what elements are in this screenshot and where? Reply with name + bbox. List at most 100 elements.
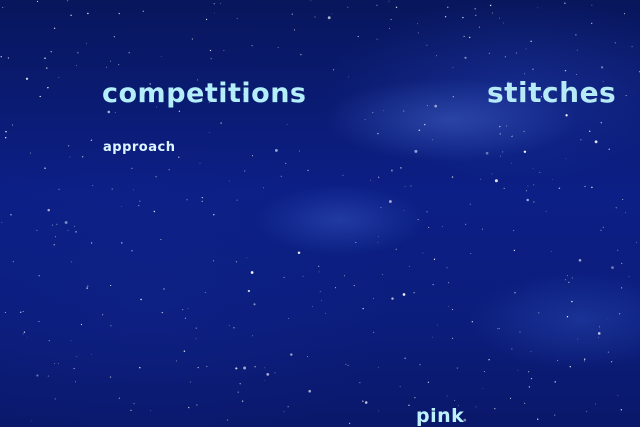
star bbox=[5, 137, 7, 139]
star bbox=[235, 367, 238, 370]
star bbox=[110, 284, 112, 287]
star bbox=[378, 236, 379, 238]
star bbox=[404, 186, 406, 187]
star bbox=[86, 287, 88, 289]
star bbox=[607, 318, 609, 319]
star bbox=[364, 401, 368, 404]
star bbox=[250, 271, 254, 274]
star bbox=[577, 338, 579, 340]
star bbox=[92, 185, 94, 186]
star bbox=[395, 248, 397, 250]
star bbox=[485, 151, 489, 155]
star bbox=[29, 152, 31, 154]
star bbox=[390, 18, 392, 20]
star bbox=[528, 371, 530, 373]
star bbox=[533, 201, 535, 203]
star bbox=[90, 139, 93, 141]
star bbox=[77, 52, 79, 54]
star bbox=[236, 199, 238, 201]
star bbox=[109, 376, 112, 378]
star bbox=[428, 226, 430, 228]
star bbox=[214, 12, 215, 14]
star bbox=[327, 16, 331, 20]
star bbox=[12, 124, 13, 126]
star bbox=[140, 298, 142, 301]
star bbox=[47, 208, 50, 212]
star bbox=[551, 179, 553, 180]
star bbox=[557, 359, 559, 361]
star bbox=[130, 409, 132, 412]
star bbox=[208, 131, 210, 133]
star bbox=[624, 13, 625, 15]
star bbox=[569, 366, 571, 368]
star bbox=[266, 373, 270, 376]
star bbox=[4, 312, 6, 313]
star bbox=[321, 300, 322, 302]
star bbox=[36, 0, 39, 2]
star bbox=[464, 223, 467, 226]
star bbox=[69, 156, 71, 158]
star bbox=[73, 368, 75, 370]
star bbox=[335, 287, 337, 289]
star bbox=[75, 231, 77, 233]
star bbox=[567, 275, 569, 277]
star bbox=[262, 187, 265, 189]
star bbox=[509, 397, 512, 399]
star bbox=[434, 104, 438, 108]
star bbox=[391, 297, 394, 300]
star bbox=[50, 51, 52, 53]
star bbox=[456, 367, 458, 369]
star bbox=[30, 420, 32, 422]
star bbox=[184, 317, 186, 319]
star bbox=[538, 312, 540, 314]
star bbox=[499, 133, 501, 135]
star bbox=[511, 162, 512, 164]
star bbox=[67, 145, 70, 147]
star bbox=[204, 292, 206, 293]
star bbox=[308, 389, 312, 393]
star bbox=[53, 27, 56, 29]
star bbox=[444, 16, 447, 18]
star bbox=[427, 381, 430, 383]
star bbox=[423, 123, 426, 126]
star bbox=[584, 358, 586, 360]
star bbox=[199, 162, 201, 164]
star bbox=[195, 327, 197, 329]
star bbox=[182, 309, 184, 311]
star bbox=[206, 365, 208, 368]
star bbox=[223, 50, 225, 51]
star bbox=[280, 175, 282, 177]
star bbox=[417, 32, 419, 34]
star bbox=[86, 43, 87, 45]
star bbox=[471, 321, 473, 323]
star bbox=[109, 60, 111, 62]
star bbox=[600, 66, 604, 69]
star bbox=[121, 206, 123, 208]
star bbox=[395, 6, 398, 9]
star bbox=[66, 0, 69, 2]
star bbox=[118, 397, 120, 399]
star bbox=[432, 336, 433, 338]
star bbox=[539, 171, 541, 173]
star bbox=[168, 168, 170, 171]
star bbox=[47, 86, 49, 89]
star bbox=[625, 212, 626, 214]
star bbox=[441, 225, 443, 228]
star bbox=[342, 174, 344, 176]
star bbox=[110, 325, 112, 327]
star bbox=[75, 381, 76, 383]
star bbox=[70, 261, 72, 263]
star bbox=[264, 367, 266, 369]
star bbox=[252, 335, 254, 337]
star bbox=[38, 321, 40, 322]
star bbox=[631, 45, 633, 48]
star bbox=[347, 6, 349, 8]
star bbox=[488, 359, 490, 361]
star bbox=[274, 148, 278, 152]
star bbox=[274, 372, 276, 374]
star bbox=[388, 0, 390, 2]
star bbox=[189, 381, 191, 383]
star bbox=[44, 57, 46, 59]
star bbox=[251, 155, 254, 157]
star bbox=[503, 187, 505, 190]
